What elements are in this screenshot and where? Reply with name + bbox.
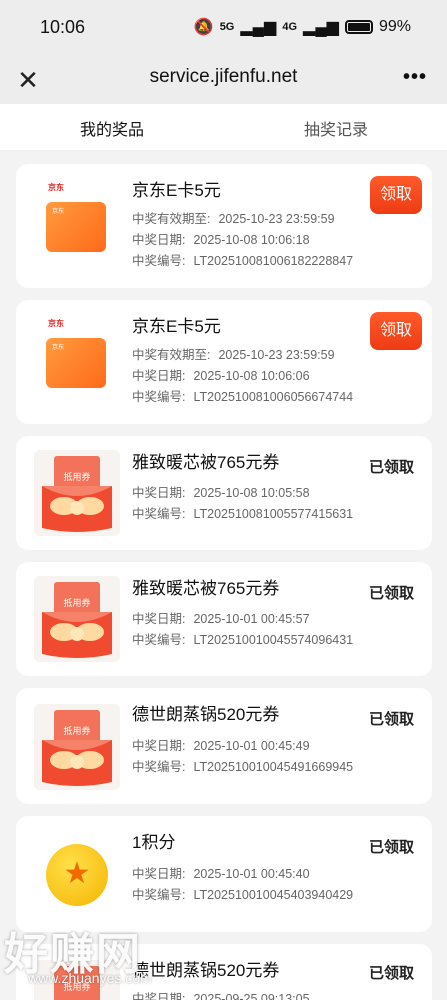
prize-card: 抵用券 德世朗蒸锅520元券 中奖日期: 2025-10-01 00:45:49 … (16, 688, 432, 804)
coupon-gift-icon: 抵用券 (34, 704, 120, 790)
prize-date: 中奖日期: 2025-10-08 10:05:58 (132, 486, 310, 500)
page-title: service.jifenfu.net (149, 66, 298, 87)
battery-icon (344, 20, 373, 34)
star-coin-icon: ★ (46, 844, 108, 906)
claim-button[interactable]: 领取 (370, 312, 422, 350)
prize-number: 中奖编号: LT20251008100618222884​7 (132, 254, 354, 268)
prize-card: 抵用券 雅致暖芯被765元券 中奖日期: 2025-10-01 00:45:57 … (16, 562, 432, 676)
coupon-gift-icon: 抵用券 (34, 576, 120, 662)
claimed-status: 已领取 (368, 585, 414, 602)
status-bar: 10:06 🔕 5G ▂▄▆ 4G ▂▄▆ 99% (0, 0, 447, 56)
prize-name: 1积分 (132, 833, 176, 852)
prize-expiry: 中奖有效期至: 2025-10-23 23:59:59 (132, 212, 335, 226)
svg-text:抵用券: 抵用券 (63, 725, 90, 737)
jd-ecard-icon: 京东 京东 (34, 318, 120, 404)
ecard-art: 京东 (46, 338, 106, 388)
battery-level: 99% (378, 18, 411, 35)
claimed-status: 已领取 (368, 839, 414, 856)
title-bar: ✕ service.jifenfu.net ••• (0, 56, 447, 104)
prize-card: ★ 1积分 中奖日期: 2025-10-01 00:45:40 中奖编号: LT20… (16, 816, 432, 932)
signal-icon-2: ▂▄▆ (303, 19, 339, 36)
jd-ecard-icon: 京东 京东 (34, 182, 120, 268)
prize-card: 京东 京东 京东E卡5元 中奖有效期至: 2025-10-23 23:59:59 … (16, 164, 432, 288)
prize-number: 中奖编号: LT20251001004549166994​5 (132, 760, 354, 774)
tab-draw-records[interactable]: 抽奖记录 (304, 116, 368, 140)
ecard-art: 京东 (46, 202, 106, 252)
more-icon[interactable]: ••• (397, 62, 433, 98)
prize-name: 京东E卡5元 (132, 181, 221, 200)
prize-card: 抵用券 雅致暖芯被765元券 中奖日期: 2025-10-08 10:05:58 … (16, 436, 432, 550)
prize-date: 中奖日期: 2025-10-01 00:45:57 (132, 612, 310, 626)
status-icons: 🔕 5G ▂▄▆ 4G ▂▄▆ 99% (194, 17, 411, 37)
jd-logo: 京东 (48, 183, 64, 192)
tab-my-prizes[interactable]: 我的奖品 (80, 116, 144, 140)
prize-expiry: 中奖有效期至: 2025-10-23 23:59:59 (132, 348, 335, 362)
network-5g-icon: 5G (219, 21, 235, 33)
prize-name: 京东E卡5元 (132, 317, 221, 336)
watermark: 好赚网 www.zhuanyes.com (4, 918, 204, 998)
svg-text:抵用券: 抵用券 (63, 471, 90, 483)
prize-date: 中奖日期: 2025-10-01 00:45:49 (132, 739, 310, 753)
prize-number: 中奖编号: LT20251008100605667474​4 (132, 390, 354, 404)
watermark-url: www.zhuanyes.com (28, 970, 152, 986)
status-time: 10:06 (40, 17, 86, 37)
claimed-status: 已领取 (368, 965, 414, 982)
coupon-gift-icon: 抵用券 (34, 450, 120, 536)
tab-bar: 我的奖品 抽奖记录 (0, 104, 447, 150)
prize-number: 中奖编号: LT20251001004557409643​1 (132, 633, 354, 647)
prize-card: 京东 京东 京东E卡5元 中奖有效期至: 2025-10-23 23:59:59 … (16, 300, 432, 424)
svg-text:抵用券: 抵用券 (63, 597, 90, 609)
prize-date: 中奖日期: 2025-10-08 10:06:06 (132, 369, 310, 383)
claim-button[interactable]: 领取 (370, 176, 422, 214)
prize-number: 中奖编号: LT20251001004540394042​9 (132, 888, 354, 902)
prize-date: 中奖日期: 2025-10-08 10:06:18 (132, 233, 310, 247)
prize-number: 中奖编号: LT20251008100557741563​1 (132, 507, 354, 521)
jd-logo: 京东 (48, 319, 64, 328)
network-4g-icon: 4G (282, 21, 298, 33)
signal-icon: ▂▄▆ (240, 19, 277, 36)
prize-name: 雅致暖芯被765元券 (132, 453, 280, 472)
prize-date: 中奖日期: 2025-10-01 00:45:40 (132, 867, 310, 881)
mute-icon: 🔕 (193, 19, 214, 36)
claimed-status: 已领取 (368, 711, 414, 728)
prize-name: 德世朗蒸锅520元券 (132, 705, 280, 724)
claimed-status: 已领取 (368, 459, 414, 476)
prize-name: 雅致暖芯被765元券 (132, 579, 280, 598)
